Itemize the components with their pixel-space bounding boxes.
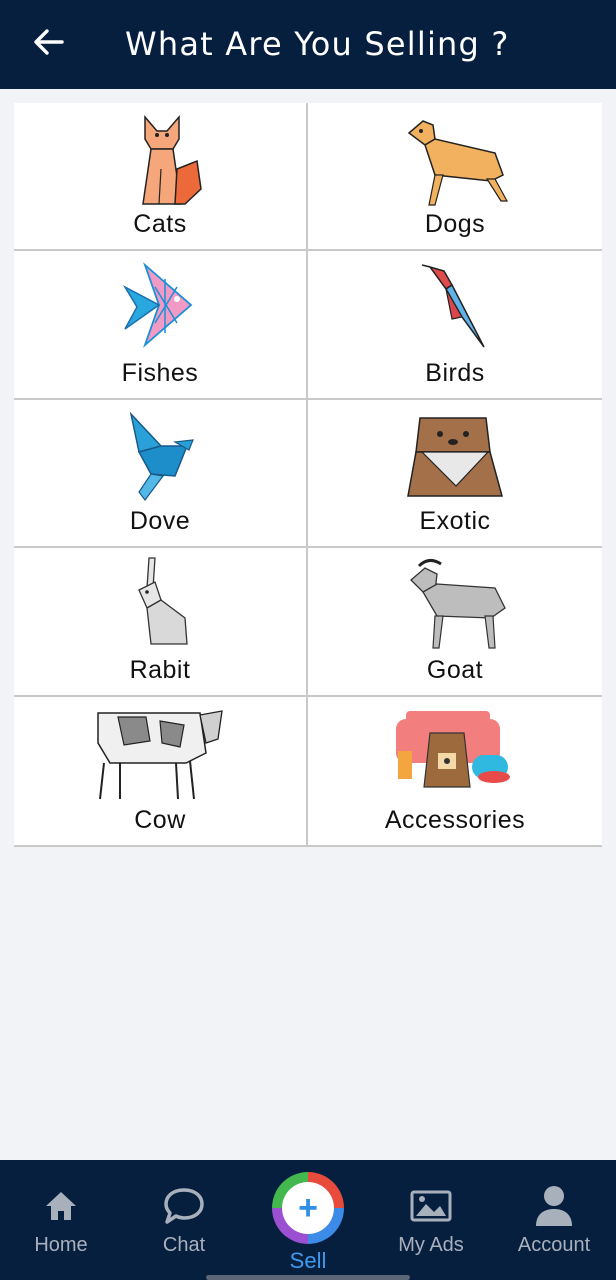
ferret-icon: [385, 406, 525, 506]
nav-sell-label: Sell: [289, 1248, 327, 1273]
fish-icon: [90, 257, 230, 357]
category-label: Rabit: [129, 655, 191, 684]
category-label: Cats: [133, 210, 187, 239]
back-button[interactable]: [26, 22, 70, 62]
goat-icon: [385, 554, 525, 654]
category-goat[interactable]: Goat: [308, 548, 602, 697]
app-header: What Are You Selling ?: [0, 0, 616, 89]
category-label: Accessories: [384, 805, 526, 834]
nav-home[interactable]: Home: [6, 1184, 116, 1257]
bottom-navigation: Home Chat + Sell My Ads Account: [0, 1160, 616, 1280]
category-grid: Cats Dogs Fishes Birds Dove Exotic Rabit…: [14, 103, 602, 847]
system-home-indicator[interactable]: [206, 1275, 410, 1280]
sell-button[interactable]: +: [272, 1172, 344, 1244]
dog-icon: [385, 109, 525, 209]
category-label: Goat: [426, 655, 484, 684]
home-icon: [46, 1192, 76, 1220]
nav-chat[interactable]: Chat: [129, 1184, 239, 1257]
category-rabit[interactable]: Rabit: [14, 548, 308, 697]
category-cats[interactable]: Cats: [14, 103, 308, 252]
category-label: Cow: [134, 805, 186, 834]
dove-icon: [90, 406, 230, 506]
image-gallery-icon: [410, 1190, 452, 1222]
user-icon: [536, 1186, 572, 1226]
nav-my-ads[interactable]: My Ads: [376, 1184, 486, 1257]
nav-home-label: Home: [34, 1234, 88, 1256]
page-title: What Are You Selling ?: [125, 25, 510, 63]
category-label: Exotic: [419, 507, 491, 536]
nav-my-ads-label: My Ads: [398, 1234, 464, 1256]
category-label: Fishes: [121, 358, 199, 387]
category-dogs[interactable]: Dogs: [308, 103, 602, 252]
category-cow[interactable]: Cow: [14, 696, 308, 845]
chat-bubble-icon: [164, 1188, 204, 1224]
arrow-left-icon: [34, 29, 64, 55]
rabbit-icon: [90, 554, 230, 654]
plus-icon: +: [282, 1182, 334, 1234]
cat-icon: [90, 109, 230, 209]
nav-chat-label: Chat: [162, 1234, 206, 1256]
cow-icon: [90, 703, 230, 803]
category-exotic[interactable]: Exotic: [308, 400, 602, 549]
nav-account[interactable]: Account: [499, 1184, 609, 1257]
category-fishes[interactable]: Fishes: [14, 251, 308, 400]
category-dove[interactable]: Dove: [14, 399, 308, 549]
category-label: Birds: [425, 358, 485, 387]
nav-account-label: Account: [517, 1234, 591, 1256]
category-label: Dogs: [424, 210, 486, 239]
category-label: Dove: [129, 507, 191, 536]
category-accessories[interactable]: Accessories: [308, 697, 602, 845]
category-birds[interactable]: Birds: [308, 251, 602, 400]
pet-accessories-icon: [385, 703, 525, 803]
bird-icon: [385, 257, 525, 357]
